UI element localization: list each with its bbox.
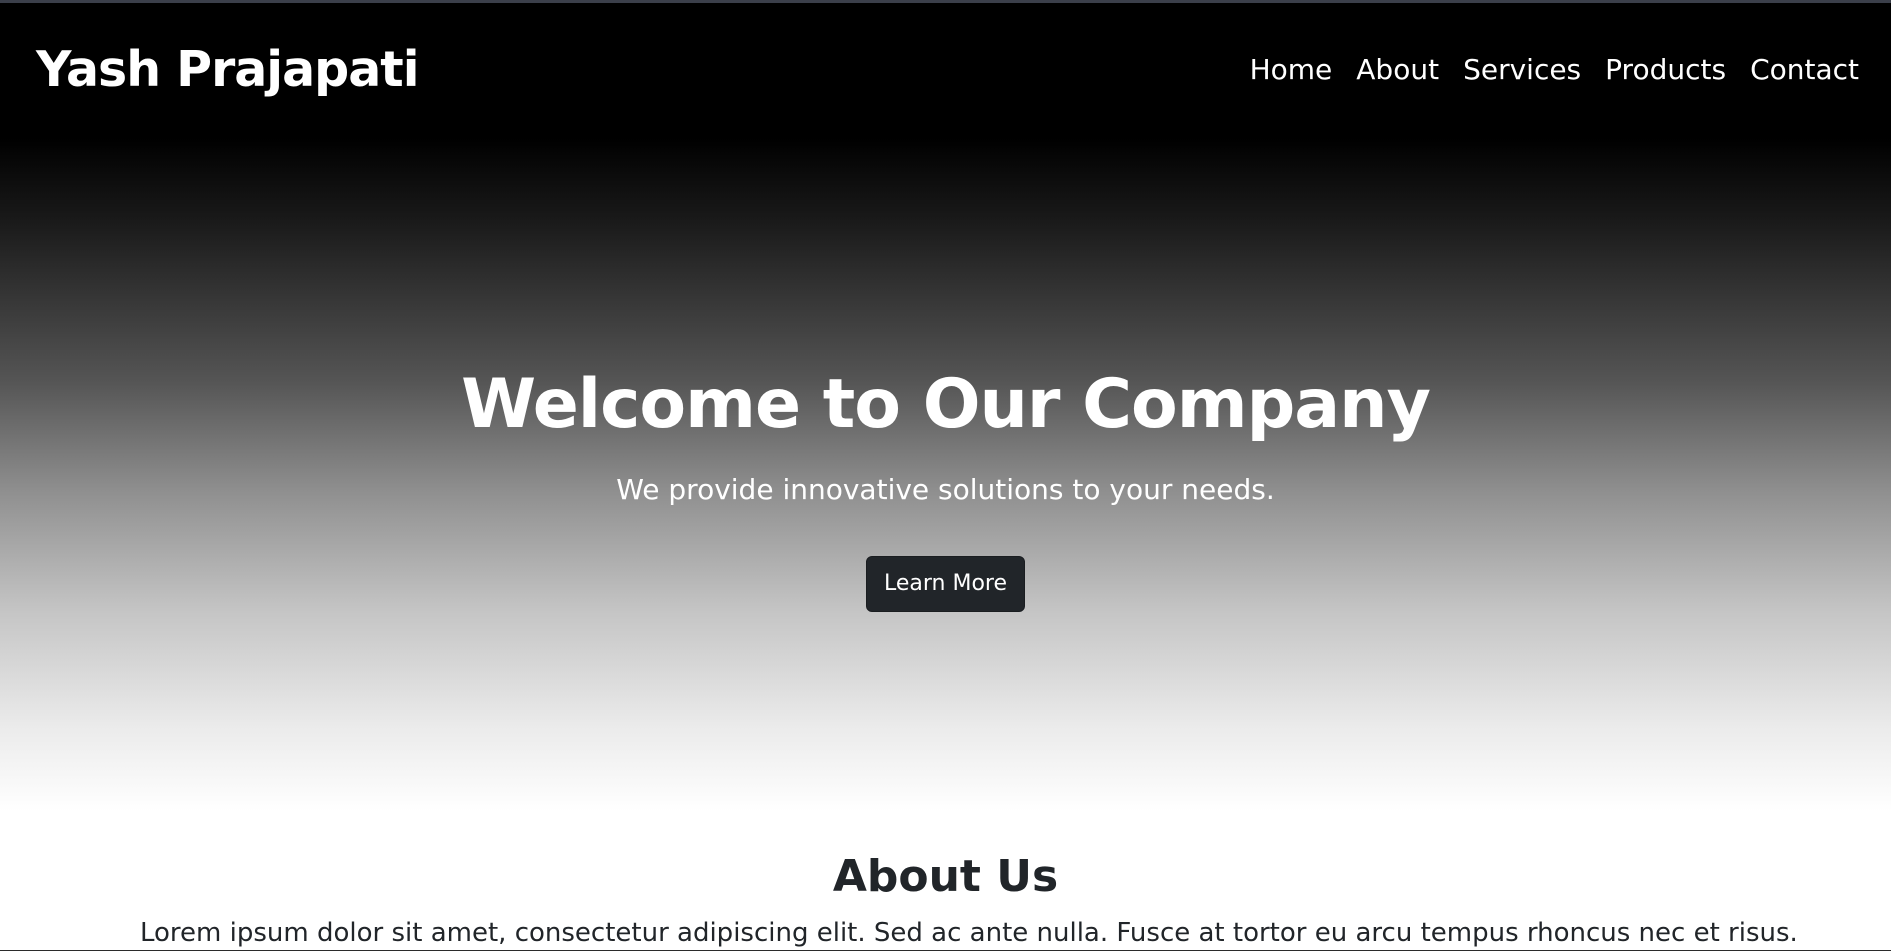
hero-subtitle: We provide innovative solutions to your … — [616, 473, 1275, 506]
hero-content: Welcome to Our Company We provide innova… — [0, 360, 1891, 612]
nav-link-home[interactable]: Home — [1250, 53, 1333, 86]
nav-links: Home About Services Products Contact — [1250, 53, 1859, 86]
about-title: About Us — [832, 851, 1059, 902]
nav-link-services[interactable]: Services — [1463, 53, 1581, 86]
about-section: About Us Lorem ipsum dolor sit amet, con… — [0, 845, 1891, 951]
nav-link-about[interactable]: About — [1356, 53, 1439, 86]
learn-more-button[interactable]: Learn More — [866, 556, 1025, 612]
about-text: Lorem ipsum dolor sit amet, consectetur … — [140, 918, 1798, 948]
navbar: Yash Prajapati Home About Services Produ… — [0, 3, 1891, 143]
hero-title: Welcome to Our Company — [461, 365, 1431, 444]
brand-logo-text[interactable]: Yash Prajapati — [36, 41, 420, 98]
nav-link-products[interactable]: Products — [1605, 53, 1726, 86]
nav-link-contact[interactable]: Contact — [1750, 53, 1859, 86]
